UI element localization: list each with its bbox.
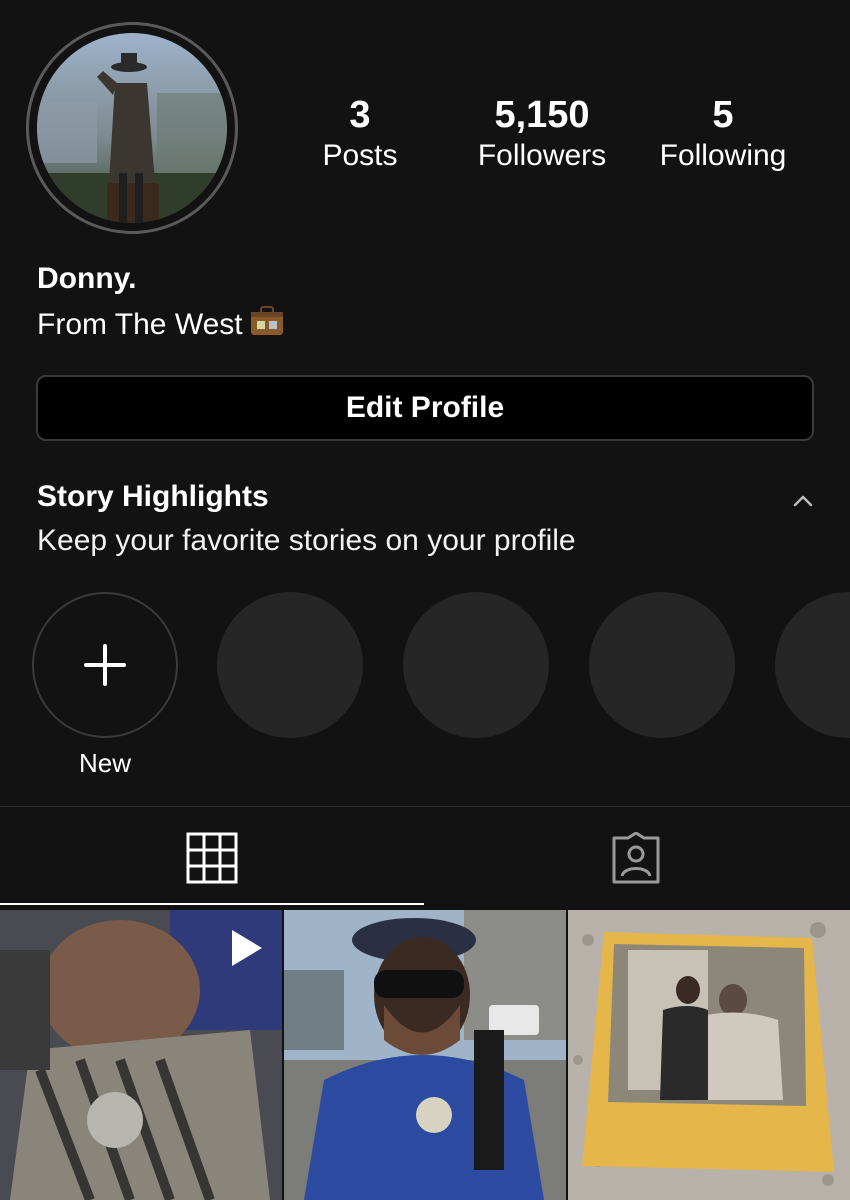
following-stat[interactable]: 5 Following <box>648 93 798 175</box>
profile-name: Donny. <box>37 262 137 295</box>
followers-count: 5,150 <box>494 94 590 136</box>
post-thumbnail[interactable] <box>0 910 282 1200</box>
highlight-placeholder <box>403 592 549 738</box>
profile-avatar[interactable] <box>26 22 238 234</box>
profile-bio: From The West <box>37 305 285 345</box>
avatar-photo <box>37 33 227 223</box>
bio-text: From The West <box>37 308 243 341</box>
post-thumbnail[interactable] <box>284 910 566 1200</box>
post-thumbnail[interactable] <box>568 910 850 1200</box>
highlights-subtitle: Keep your favorite stories on your profi… <box>37 524 576 557</box>
followers-stat[interactable]: 5,150 Followers <box>462 93 622 175</box>
followers-label: Followers <box>477 139 607 172</box>
tagged-tab[interactable] <box>608 831 664 891</box>
highlights-title: Story Highlights <box>37 480 269 513</box>
highlight-placeholder <box>589 592 735 738</box>
chevron-up-icon[interactable] <box>788 486 818 516</box>
posts-stat[interactable]: 3 Posts <box>300 93 420 175</box>
plus-icon <box>84 644 126 686</box>
tagged-icon <box>612 831 660 884</box>
new-highlight-label: New <box>78 748 131 778</box>
grid-icon <box>186 832 238 884</box>
highlight-placeholder-partial <box>775 592 850 738</box>
section-divider <box>0 806 850 807</box>
grid-tab[interactable] <box>186 832 238 889</box>
play-icon <box>228 928 264 973</box>
edit-profile-button[interactable]: Edit Profile <box>36 375 814 441</box>
following-label: Following <box>659 139 787 172</box>
briefcase-emoji-icon <box>249 305 285 345</box>
highlight-placeholder <box>217 592 363 738</box>
posts-label: Posts <box>322 139 398 172</box>
active-tab-indicator <box>0 903 424 905</box>
new-highlight-button[interactable] <box>32 592 178 738</box>
following-count: 5 <box>712 94 734 136</box>
posts-count: 3 <box>349 94 371 136</box>
